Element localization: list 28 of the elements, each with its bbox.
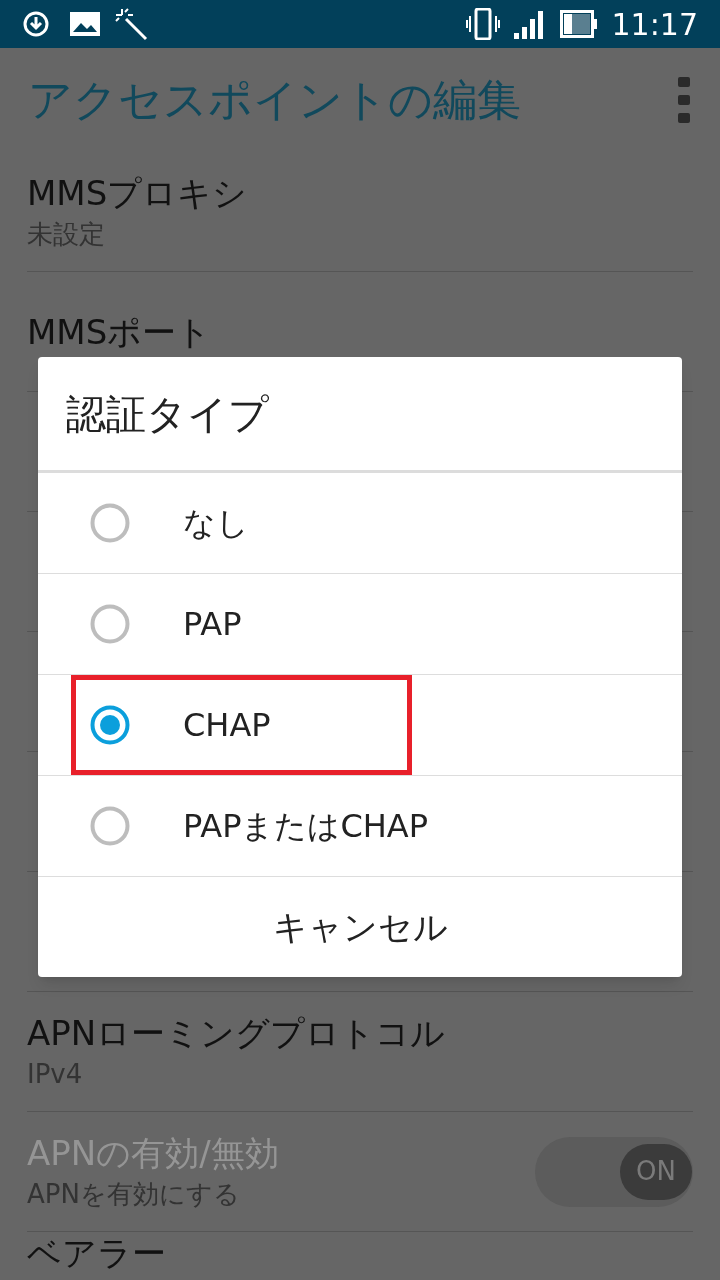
battery-icon <box>559 10 598 38</box>
vibrate-icon <box>465 8 500 40</box>
radio-button <box>90 705 130 745</box>
radio-option[interactable]: CHAP <box>38 675 682 776</box>
dialog-title: 認証タイプ <box>66 389 269 439</box>
radio-button <box>90 806 130 846</box>
clock: 11:17 <box>611 5 698 44</box>
radio-option[interactable]: PAP <box>38 574 682 675</box>
setting-title: ベアラー <box>27 1235 167 1271</box>
radio-button <box>90 503 130 543</box>
radio-option[interactable]: なし <box>38 473 682 574</box>
download-icon <box>22 10 50 38</box>
app-bar-title: アクセスポイントの編集 <box>28 73 522 127</box>
radio-button <box>90 604 130 644</box>
radio-option[interactable]: PAPまたはCHAP <box>38 776 682 877</box>
option-label: CHAP <box>183 705 271 746</box>
option-label: PAPまたはCHAP <box>183 806 429 847</box>
cancel-button[interactable]: キャンセル <box>262 901 458 953</box>
toggle-label: ON <box>620 1143 692 1200</box>
magic-wand-icon <box>114 7 148 41</box>
setting-title: APNローミングプロトコル <box>27 1011 447 1055</box>
more-options-icon[interactable] <box>678 77 690 123</box>
signal-icon <box>513 9 546 39</box>
setting-title: MMSプロキシ <box>27 171 249 215</box>
option-label: PAP <box>183 604 242 645</box>
option-label: なし <box>183 503 249 544</box>
image-icon <box>70 12 100 36</box>
setting-title: MMSポート <box>27 310 213 354</box>
